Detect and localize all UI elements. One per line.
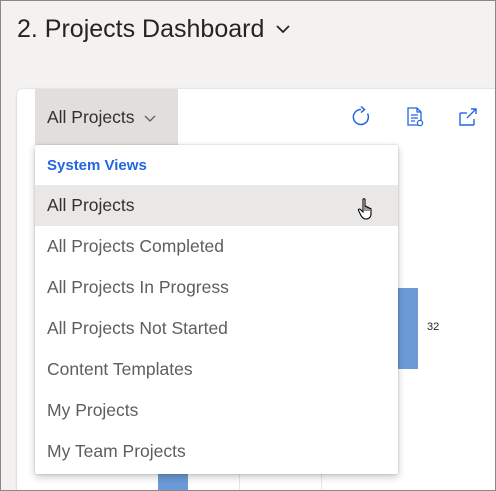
dashboard-header: 2. Projects Dashboard <box>17 11 292 47</box>
refresh-icon <box>352 105 370 126</box>
chart-bar <box>396 288 418 369</box>
view-selector[interactable]: All Projects <box>35 89 178 145</box>
export-report-button[interactable] <box>403 105 427 129</box>
view-option-all-projects[interactable]: All Projects <box>35 185 398 226</box>
view-selector-label: All Projects <box>47 106 135 127</box>
view-option-my-projects[interactable]: My Projects <box>35 390 398 431</box>
popout-button[interactable] <box>456 105 480 129</box>
popout-icon <box>459 108 477 126</box>
dashboard-title: 2. Projects Dashboard <box>17 14 265 43</box>
dashboard-window: 2. Projects Dashboard 32 th All Projects <box>0 0 496 491</box>
view-option-label: All Projects Not Started <box>47 318 228 338</box>
dropdown-group-label: System Views <box>47 156 147 174</box>
view-option-label: All Projects Completed <box>47 236 225 256</box>
view-option-label: My Team Projects <box>47 441 186 461</box>
export-report-icon <box>407 107 424 127</box>
chart-data-label: 32 <box>427 321 440 333</box>
view-option-all-projects-not-started[interactable]: All Projects Not Started <box>35 308 398 349</box>
view-option-content-templates[interactable]: Content Templates <box>35 349 398 390</box>
title-chevron-down-icon[interactable] <box>274 20 292 38</box>
view-option-label: All Projects In Progress <box>47 277 229 297</box>
view-dropdown-menu: System Views All Projects All Projects C… <box>35 145 398 474</box>
view-option-label: All Projects <box>47 195 135 215</box>
refresh-button[interactable] <box>349 105 373 129</box>
view-option-my-team-projects[interactable]: My Team Projects <box>35 431 398 472</box>
view-option-label: Content Templates <box>47 359 193 379</box>
hand-pointer-icon <box>357 197 375 221</box>
view-option-label: My Projects <box>47 400 139 420</box>
view-option-all-projects-in-progress[interactable]: All Projects In Progress <box>35 267 398 308</box>
view-option-all-projects-completed[interactable]: All Projects Completed <box>35 226 398 267</box>
chevron-down-icon <box>143 111 157 125</box>
